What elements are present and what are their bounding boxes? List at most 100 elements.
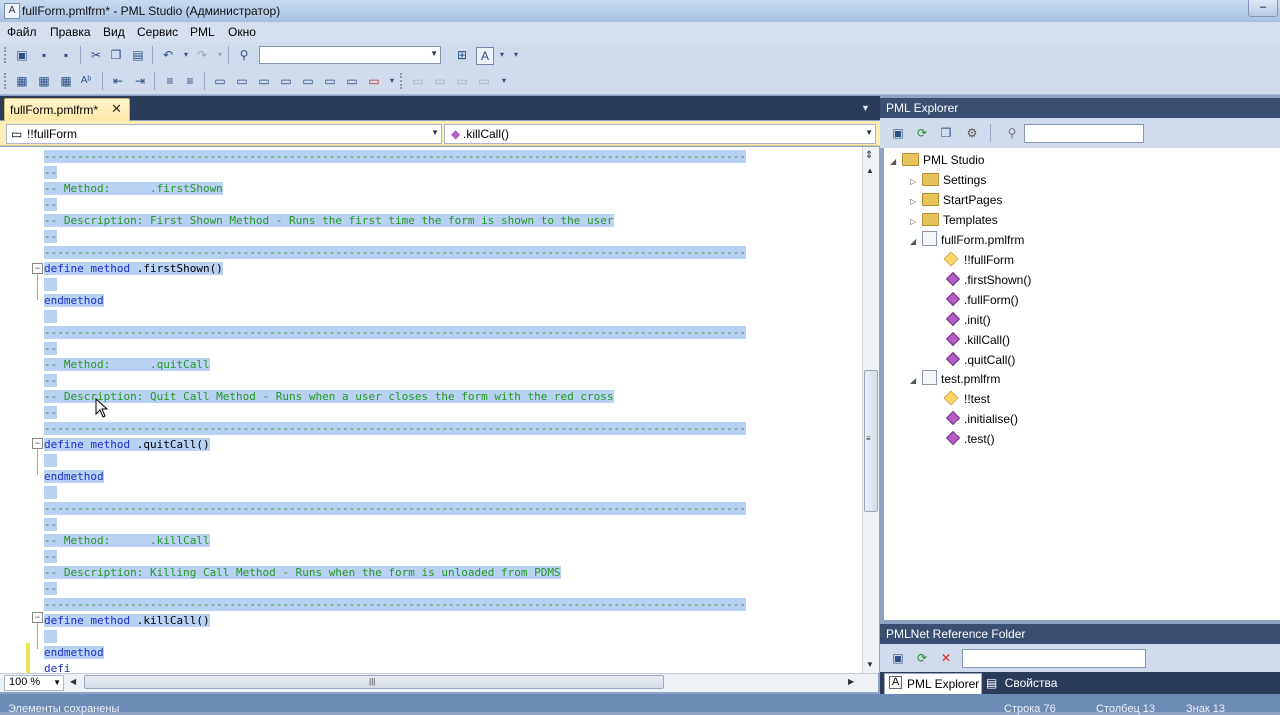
collapsed-icon[interactable]: ▷ (910, 213, 922, 231)
object-members-icon[interactable]: ▦ (14, 73, 30, 89)
scroll-right-icon[interactable]: ▶ (848, 677, 854, 686)
tree-item-method[interactable]: .firstShown() (945, 271, 1031, 289)
next-bookmark-icon[interactable]: ▭ (256, 73, 272, 89)
find-combo[interactable]: ▼ (259, 46, 441, 64)
solution-explorer-icon[interactable]: ⊞ (454, 47, 470, 63)
menu-file[interactable]: Файл (7, 25, 37, 39)
menu-service[interactable]: Сервис (137, 25, 178, 39)
font-icon[interactable]: A (476, 47, 494, 65)
tree-item-settings[interactable]: ▷ Settings (910, 171, 986, 189)
tree-item-form[interactable]: !!fullForm (943, 251, 1014, 269)
parameter-info-icon[interactable]: ▦ (36, 73, 52, 89)
refresh-icon[interactable]: ⟳ (914, 125, 930, 141)
open-folder-icon[interactable]: ▣ (890, 125, 906, 141)
blank-line (44, 630, 58, 643)
refresh-icon[interactable]: ⟳ (914, 650, 930, 666)
menu-view[interactable]: Вид (103, 25, 125, 39)
tree-item-method[interactable]: .test() (945, 430, 995, 448)
next-bookmark-folder-icon[interactable]: ▭ (300, 73, 316, 89)
tree-item-fullform-file[interactable]: ◢ fullForm.pmlfrm (910, 231, 1024, 249)
redo-dropdown-icon[interactable]: ▾ (212, 47, 228, 63)
scroll-left-icon[interactable]: ◀ (70, 677, 76, 686)
tree-item-startpages[interactable]: ▷ StartPages (910, 191, 1002, 209)
comment-icon[interactable]: ≡ (162, 73, 178, 89)
expanded-icon[interactable]: ◢ (910, 233, 922, 251)
toolbar-grip[interactable] (4, 73, 9, 89)
menu-pml[interactable]: PML (190, 25, 215, 39)
next-bookmark-doc-icon[interactable]: ▭ (344, 73, 360, 89)
menu-window[interactable]: Окно (228, 25, 256, 39)
comment-text: -- (44, 230, 58, 243)
tree-item-test-file[interactable]: ◢ test.pmlfrm (910, 370, 1000, 388)
text-editor-toolbar: ▦ ▦ ▦ Aᵇ ⇤ ⇥ ≡ ≡ ▭ ▭ ▭ ▭ ▭ ▭ ▭ ▭ ▾ ▭ ▭ ▭… (0, 68, 1280, 95)
gear-icon[interactable]: ⚙ (964, 125, 980, 141)
tree-root[interactable]: ◢ PML Studio (890, 151, 985, 169)
save-all-icon[interactable]: ▪ (58, 47, 74, 63)
tree-item-method[interactable]: .init() (945, 311, 991, 329)
tree-item-form[interactable]: !!test (943, 390, 990, 408)
open-folder-icon[interactable]: ▣ (890, 650, 906, 666)
find-in-files-icon[interactable]: ⚲ (236, 47, 252, 63)
reference-input[interactable] (962, 649, 1146, 668)
member-dropdown[interactable]: ◆ .killCall() ▼ (444, 124, 876, 144)
toolbar-options-icon[interactable]: ▾ (496, 73, 512, 89)
split-handle-icon[interactable]: ⇕ (865, 150, 873, 161)
prev-bookmark-icon[interactable]: ▭ (234, 73, 250, 89)
toolbar-options-icon[interactable]: ▾ (508, 47, 524, 63)
collapsed-icon[interactable]: ▷ (910, 173, 922, 191)
explorer-search-input[interactable] (1024, 124, 1144, 143)
fold-toggle[interactable]: − (32, 263, 43, 274)
code-line: -- Method: .quitCall (44, 357, 210, 372)
comment-text: -- (44, 406, 58, 419)
collapse-all-icon[interactable]: ❐ (938, 125, 954, 141)
comment-text: -- Method: .killCall (44, 534, 210, 547)
toolbar-grip[interactable] (400, 73, 405, 89)
toolbar-grip[interactable] (4, 47, 9, 63)
open-folder-icon[interactable]: ▣ (14, 47, 30, 63)
zoom-combo[interactable]: 100 % ▼ (4, 675, 64, 691)
tree-item-method[interactable]: .killCall() (945, 331, 1010, 349)
menu-edit[interactable]: Правка (50, 25, 91, 39)
tree-item-method[interactable]: .quitCall() (945, 351, 1015, 369)
expanded-icon[interactable]: ◢ (890, 153, 902, 171)
tab-pml-explorer[interactable]: A PML Explorer (884, 673, 982, 695)
bookmark-icon[interactable]: ▭ (212, 73, 228, 89)
object-dropdown[interactable]: ▭ !!fullForm ▼ (6, 124, 442, 144)
quick-info-icon[interactable]: ▦ (58, 73, 74, 89)
decrease-indent-icon[interactable]: ⇤ (110, 73, 126, 89)
expanded-icon[interactable]: ◢ (910, 372, 922, 390)
copy-icon[interactable]: ❐ (108, 47, 124, 63)
prev-bookmark-folder-icon[interactable]: ▭ (278, 73, 294, 89)
save-icon[interactable]: ▪ (36, 47, 52, 63)
redo-icon[interactable]: ↷ (194, 47, 210, 63)
tab-properties[interactable]: ▤ Свойства (986, 676, 1057, 690)
bookmarks-dropdown-icon[interactable]: ▾ (384, 73, 400, 89)
comment-text: ----------------------------------------… (44, 422, 746, 435)
tree-item-method[interactable]: .fullForm() (945, 291, 1019, 309)
increase-indent-icon[interactable]: ⇥ (132, 73, 148, 89)
grip-icon: ≡ (866, 434, 871, 443)
clear-bookmarks-icon[interactable]: ▭ (366, 73, 382, 89)
cut-icon[interactable]: ✂ (88, 47, 104, 63)
search-icon[interactable]: ⚲ (1004, 125, 1020, 141)
tree-item-templates[interactable]: ▷ Templates (910, 211, 998, 229)
minimize-button[interactable]: – (1248, 0, 1278, 17)
paste-icon[interactable]: ▤ (130, 47, 146, 63)
collapsed-icon[interactable]: ▷ (910, 193, 922, 211)
uncomment-icon[interactable]: ≡ (182, 73, 198, 89)
changed-lines-marker (26, 643, 30, 673)
scroll-up-icon[interactable]: ▲ (866, 166, 874, 175)
undo-dropdown-icon[interactable]: ▾ (178, 47, 194, 63)
app-icon[interactable]: A (4, 3, 20, 19)
fold-toggle[interactable]: − (32, 438, 43, 449)
scroll-down-icon[interactable]: ▼ (866, 660, 874, 669)
chevron-down-icon[interactable]: ▼ (861, 103, 870, 113)
fold-toggle[interactable]: − (32, 612, 43, 623)
tree-item-method[interactable]: .initialise() (945, 410, 1018, 428)
undo-icon[interactable]: ↶ (160, 47, 176, 63)
close-icon[interactable]: ✕ (111, 101, 122, 117)
delete-icon[interactable]: ✕ (938, 650, 954, 666)
tab-label: fullForm.pmlfrm* (10, 103, 99, 117)
prev-bookmark-doc-icon[interactable]: ▭ (322, 73, 338, 89)
complete-word-icon[interactable]: Aᵇ (78, 73, 94, 89)
